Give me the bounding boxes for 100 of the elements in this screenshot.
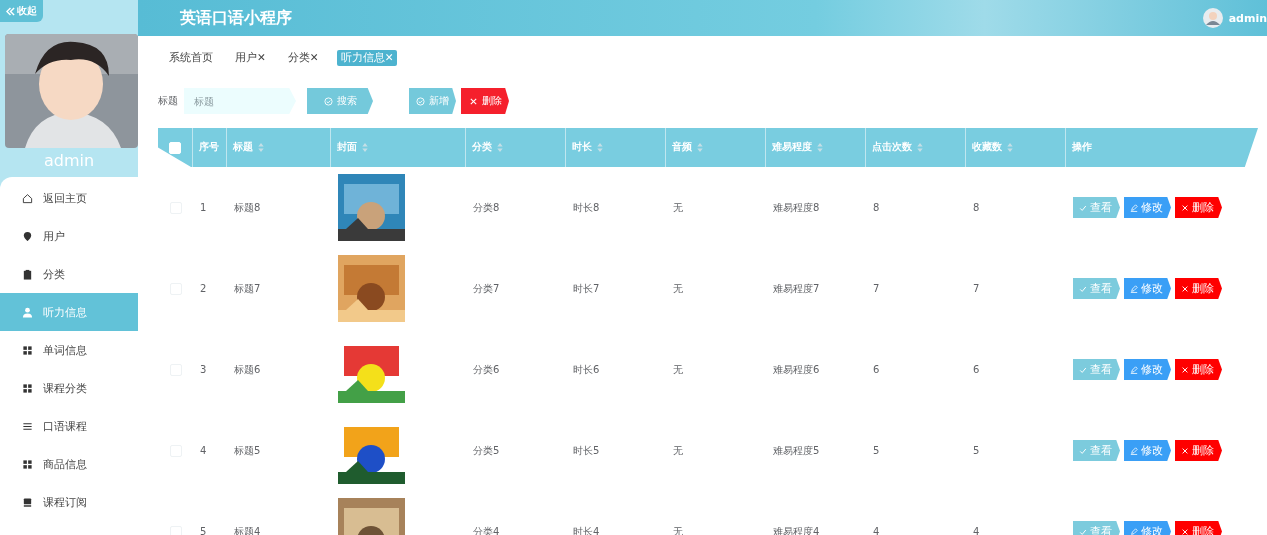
edit-button[interactable]: 修改: [1124, 278, 1171, 299]
table-cell: 难易程度5: [773, 443, 820, 458]
collapse-button[interactable]: 收起: [0, 0, 43, 22]
sort-icon[interactable]: [362, 143, 368, 152]
column-header[interactable]: 封面: [337, 141, 357, 154]
table-cell: 2: [200, 283, 207, 294]
sort-icon[interactable]: [697, 143, 703, 152]
pencil-icon: [1130, 446, 1138, 455]
table-cell: 时长6: [573, 362, 600, 377]
home-icon: [22, 192, 33, 204]
delete-button[interactable]: 删除: [1175, 440, 1222, 461]
close-icon: [1181, 365, 1189, 374]
view-button[interactable]: 查看: [1073, 440, 1120, 461]
close-icon: [468, 96, 478, 106]
menu-item[interactable]: 课程分类: [0, 369, 138, 407]
table-cell: 分类6: [473, 362, 500, 377]
page-tab[interactable]: 用户✕: [231, 50, 270, 66]
menu-item[interactable]: 口语课程: [0, 407, 138, 445]
column-header[interactable]: 序号: [199, 141, 219, 154]
close-icon[interactable]: ✕: [384, 51, 394, 63]
close-icon[interactable]: ✕: [309, 51, 319, 63]
table-cell: 5: [973, 445, 980, 456]
edit-button[interactable]: 修改: [1124, 197, 1171, 218]
close-icon: [1181, 284, 1189, 293]
page-tab[interactable]: 系统首页: [165, 50, 217, 66]
check-circle-icon: [323, 96, 333, 106]
delete-button[interactable]: 删除: [1175, 197, 1222, 218]
close-icon[interactable]: ✕: [257, 51, 266, 63]
menu-item[interactable]: 商品信息: [0, 445, 138, 483]
table-cell: 时长8: [573, 200, 600, 215]
select-all-checkbox[interactable]: [169, 141, 181, 154]
sort-icon[interactable]: [597, 143, 603, 152]
column-header[interactable]: 分类: [472, 141, 492, 154]
sort-icon[interactable]: [258, 143, 264, 152]
menu-item[interactable]: 单词信息: [0, 331, 138, 369]
table-cell: 4: [973, 526, 980, 535]
search-button[interactable]: 搜索: [307, 88, 373, 114]
column-header[interactable]: 标题: [233, 141, 253, 154]
table-cell: 无: [673, 200, 683, 215]
table-cell: 8: [873, 202, 880, 213]
close-icon: [1181, 203, 1189, 212]
monitor-icon: [22, 496, 33, 508]
grid-icon: [22, 458, 33, 470]
table-cell: 难易程度6: [773, 362, 820, 377]
delete-button[interactable]: 删除: [1175, 359, 1222, 380]
delete-button[interactable]: 删除: [1175, 278, 1222, 299]
delete-button[interactable]: 删除: [461, 88, 509, 114]
table-cell: 4: [200, 445, 207, 456]
edit-button[interactable]: 修改: [1124, 359, 1171, 380]
pencil-icon: [1130, 284, 1138, 293]
view-button[interactable]: 查看: [1073, 197, 1120, 218]
table-cell: 无: [673, 362, 683, 377]
column-header[interactable]: 点击次数: [872, 141, 912, 154]
page-tab[interactable]: 听力信息✕: [336, 50, 398, 66]
search-field[interactable]: 标题: [184, 88, 296, 114]
menu-item[interactable]: 分类: [0, 255, 138, 293]
sort-icon[interactable]: [917, 143, 923, 152]
table-cell: 无: [673, 443, 683, 458]
sort-icon[interactable]: [497, 143, 503, 152]
close-icon: [1181, 446, 1189, 455]
table-cell: 7: [973, 283, 980, 294]
table-cell: 分类5: [473, 443, 500, 458]
table-cell: 难易程度4: [773, 524, 820, 535]
table-cell: 难易程度7: [773, 281, 820, 296]
username: admin: [42, 150, 96, 172]
menu-item[interactable]: 返回主页: [0, 179, 138, 217]
table-cell: 6: [973, 364, 980, 375]
close-icon: [1181, 527, 1189, 535]
column-header[interactable]: 收藏数: [972, 141, 1002, 154]
column-header[interactable]: 时长: [572, 141, 592, 154]
check-icon: [1079, 527, 1087, 535]
table-cell: 标题6: [234, 362, 261, 377]
add-button[interactable]: 新增: [409, 88, 456, 114]
check-icon: [1079, 203, 1087, 212]
app-title: 英语口语小程序: [180, 7, 292, 29]
list-icon: [22, 420, 33, 432]
table-cell: 难易程度8: [773, 200, 820, 215]
grid-icon: [22, 382, 33, 394]
view-button[interactable]: 查看: [1073, 278, 1120, 299]
pin-icon: [22, 230, 33, 242]
sort-icon[interactable]: [1007, 143, 1013, 152]
view-button[interactable]: 查看: [1073, 359, 1120, 380]
user-name[interactable]: admin: [1228, 11, 1267, 25]
edit-button[interactable]: 修改: [1124, 440, 1171, 461]
column-header[interactable]: 操作: [1072, 141, 1092, 154]
sort-icon[interactable]: [817, 143, 823, 152]
view-button[interactable]: 查看: [1073, 521, 1120, 535]
table-cell: 3: [200, 364, 207, 375]
table-cell: 分类4: [473, 524, 500, 535]
menu-item[interactable]: 课程订阅: [0, 483, 138, 521]
table-cell: 分类8: [473, 200, 500, 215]
page-tab[interactable]: 分类✕: [283, 50, 323, 66]
user-avatar-icon[interactable]: [1202, 8, 1223, 28]
table-cell: 标题7: [234, 281, 261, 296]
column-header[interactable]: 难易程度: [772, 141, 812, 154]
column-header[interactable]: 音频: [672, 141, 692, 154]
table-cell: 时长7: [573, 281, 600, 296]
menu-item[interactable]: 听力信息: [0, 293, 138, 331]
menu-item[interactable]: 用户: [0, 217, 138, 255]
check-icon: [1079, 446, 1087, 455]
